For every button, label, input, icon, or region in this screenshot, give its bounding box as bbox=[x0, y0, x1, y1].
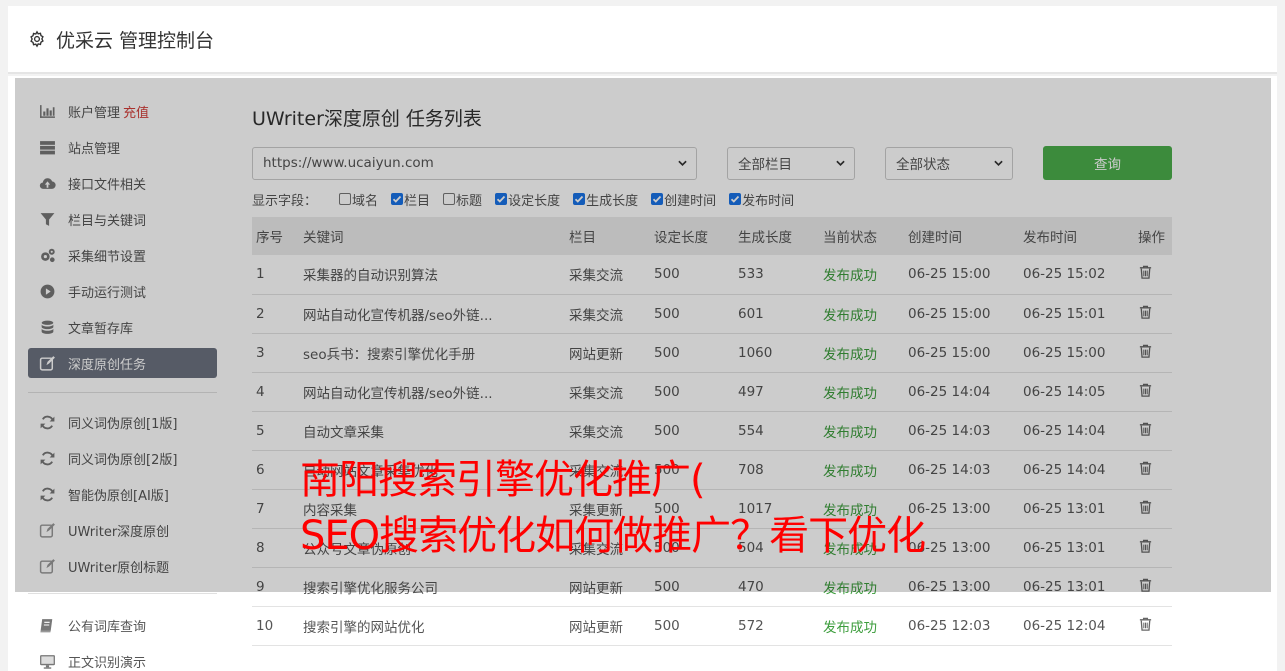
watermark-line-1: 南阳搜索引擎优化推广( bbox=[300, 457, 706, 503]
app-title: 优采云 管理控制台 bbox=[56, 29, 215, 52]
gear-icon bbox=[30, 30, 44, 48]
cell-status: 发布成功 bbox=[823, 619, 877, 636]
table-row: 10 搜索引擎的网站优化 网站更新 500 572 发布成功 06-25 12:03 06-2… bbox=[252, 606, 1172, 645]
watermark-line-2: SEO搜索优化如何做推广？看下优化 bbox=[300, 513, 926, 559]
watermark-text: 南阳搜索引擎优化推广( SEO搜索优化如何做推广？看下优化 bbox=[300, 452, 926, 564]
book-icon bbox=[39, 617, 56, 634]
trash-icon[interactable] bbox=[1138, 616, 1153, 632]
cell-index: 10 bbox=[256, 617, 274, 634]
cell-category: 网站更新 bbox=[569, 619, 623, 636]
sidebar-item-body-recognition[interactable]: 正文识别演示 bbox=[28, 646, 217, 671]
cell-keyword: 搜索引擎的网站优化 bbox=[303, 619, 425, 636]
sidebar-divider bbox=[28, 593, 217, 594]
cell-published: 06-25 12:04 bbox=[1023, 617, 1106, 634]
cell-gen-length: 572 bbox=[738, 617, 764, 634]
sidebar-item-public-lexicon[interactable]: 公有词库查询 bbox=[28, 610, 217, 640]
cell-set-length: 500 bbox=[654, 617, 680, 634]
cell-actions bbox=[1134, 606, 1172, 645]
sidebar-item-label: 正文识别演示 bbox=[68, 655, 147, 671]
cell-created: 06-25 12:03 bbox=[908, 617, 991, 634]
monitor-icon bbox=[39, 653, 56, 670]
sidebar-item-label: 公有词库查询 bbox=[68, 619, 147, 635]
top-bar: 优采云 管理控制台 bbox=[8, 6, 1277, 74]
